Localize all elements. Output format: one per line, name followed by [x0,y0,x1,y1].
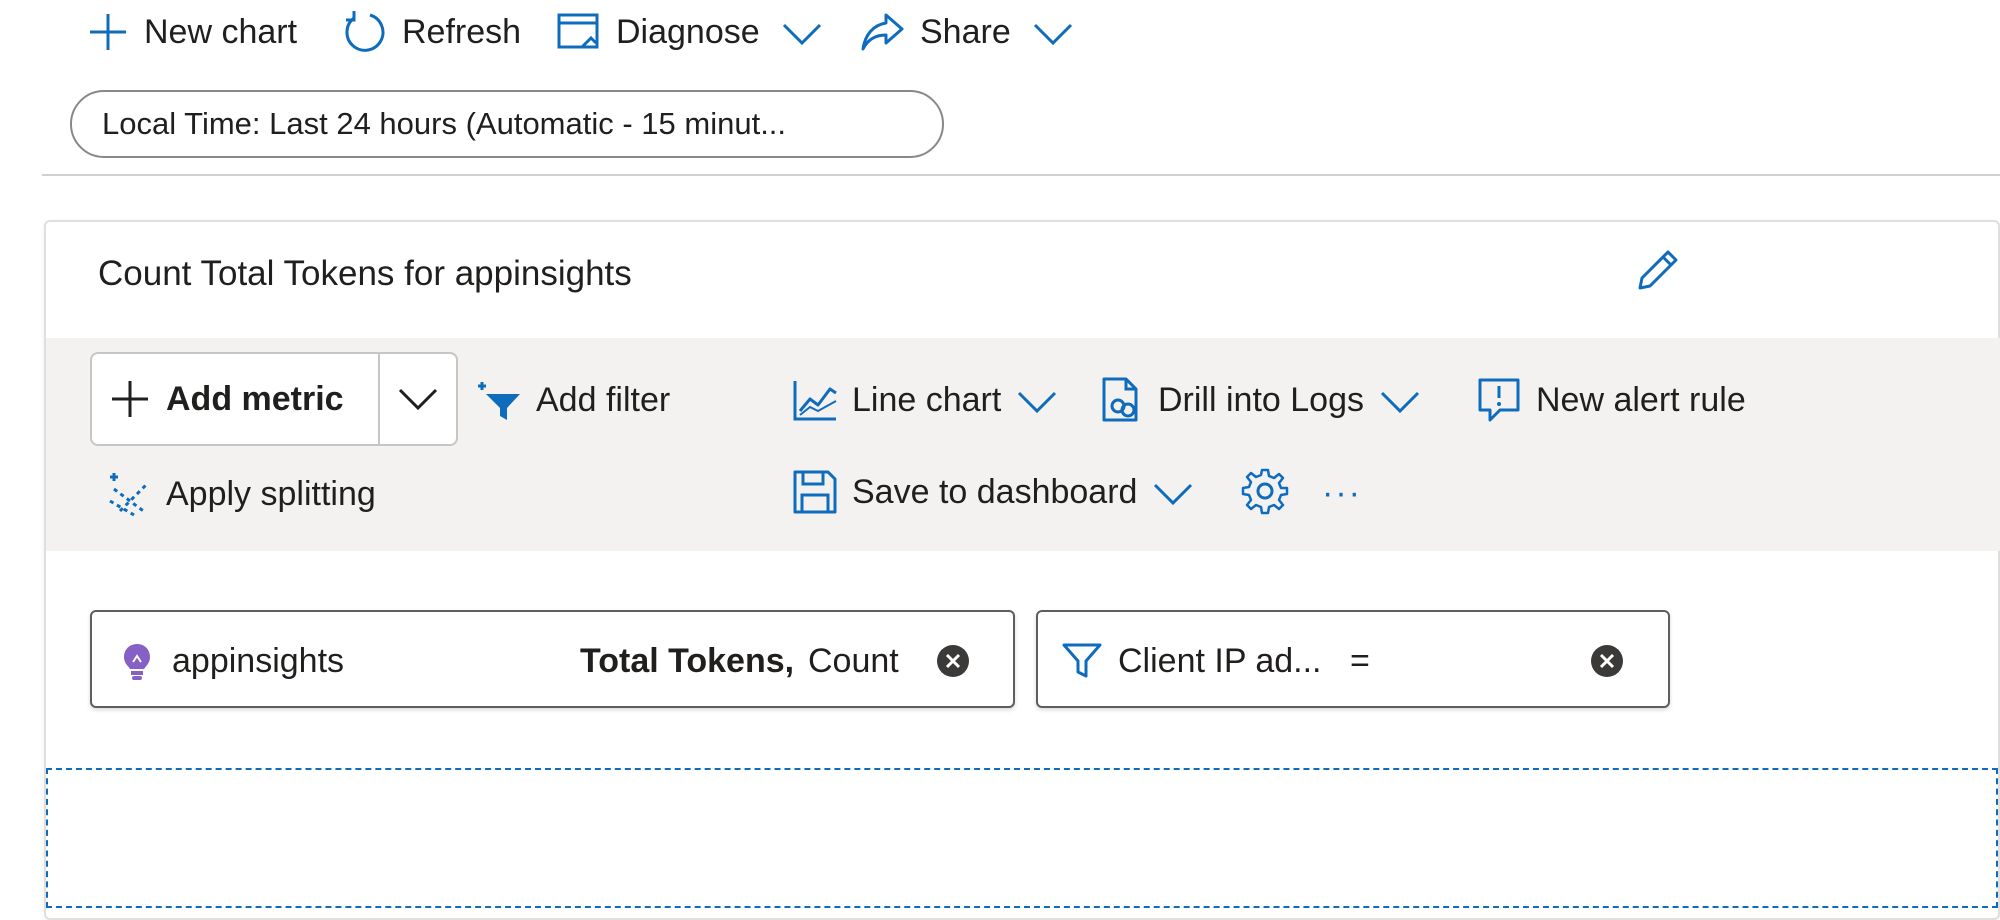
filter-property: Client IP ad... [1118,642,1322,680]
chevron-down-icon [396,384,440,414]
add-metric-label: Add metric [166,379,344,418]
time-range-picker[interactable]: Local Time: Last 24 hours (Automatic - 1… [70,90,944,158]
remove-icon[interactable] [936,644,970,678]
diagnose-icon [556,9,602,55]
metric-chip[interactable]: appinsights Total Tokens, Count [90,610,1015,708]
edit-pencil-icon[interactable] [1634,246,1682,294]
save-to-dashboard-button[interactable]: Save to dashboard [792,464,1195,520]
diagnose-button[interactable]: Diagnose [556,10,824,54]
new-alert-rule-button[interactable]: New alert rule [1476,372,1746,428]
refresh-icon [340,8,388,56]
more-label: ··· [1322,474,1362,512]
filter-operator: = [1350,642,1370,680]
filter-icon [1062,642,1102,680]
time-range-label: Local Time: Last 24 hours (Automatic - 1… [102,106,787,141]
share-icon [860,9,906,55]
add-metric-button[interactable]: Add metric [92,354,378,444]
add-filter-button[interactable]: Add filter [474,372,670,428]
save-to-dashboard-label: Save to dashboard [852,472,1138,511]
add-filter-icon [474,376,522,424]
chevron-down-icon [1378,385,1422,415]
share-button[interactable]: Share [860,10,1075,54]
refresh-button[interactable]: Refresh [340,10,521,54]
diagnose-label: Diagnose [616,12,760,51]
refresh-label: Refresh [402,12,522,51]
share-label: Share [920,12,1011,51]
apply-splitting-button[interactable]: Apply splitting [106,466,376,522]
chevron-down-icon [1151,477,1195,507]
chevron-down-icon [1015,385,1059,415]
chevron-down-icon [780,17,824,47]
filter-chip[interactable]: Client IP ad... = [1036,610,1670,708]
remove-icon[interactable] [1590,644,1624,678]
apply-splitting-label: Apply splitting [166,474,376,513]
plus-icon [86,10,130,54]
metric-resource: appinsights [172,642,345,680]
new-chart-button[interactable]: New chart [86,10,297,54]
drill-logs-icon [1098,376,1144,424]
new-chart-label: New chart [144,12,298,51]
alert-icon [1476,376,1522,424]
splitting-icon [106,471,152,517]
plus-icon [110,379,150,419]
chart-plot-area [46,768,1998,908]
metric-name: Total Tokens, [580,642,795,680]
drill-into-logs-label: Drill into Logs [1158,380,1364,419]
gear-icon[interactable] [1240,466,1290,516]
add-metric-dropdown[interactable] [380,354,456,444]
add-metric-split-button: Add metric [90,352,458,446]
metric-aggregation: Count [808,642,899,680]
divider [42,174,2000,176]
line-chart-icon [792,377,838,423]
more-icon[interactable]: ··· [1322,474,1362,513]
add-filter-label: Add filter [536,380,671,419]
new-alert-rule-label: New alert rule [1536,380,1746,419]
line-chart-label: Line chart [852,380,1002,419]
lightbulb-icon [122,642,152,682]
line-chart-button[interactable]: Line chart [792,372,1059,428]
chart-title: Count Total Tokens for appinsights [98,254,632,293]
save-icon [792,469,838,515]
chevron-down-icon [1031,17,1075,47]
drill-into-logs-button[interactable]: Drill into Logs [1098,372,1422,428]
